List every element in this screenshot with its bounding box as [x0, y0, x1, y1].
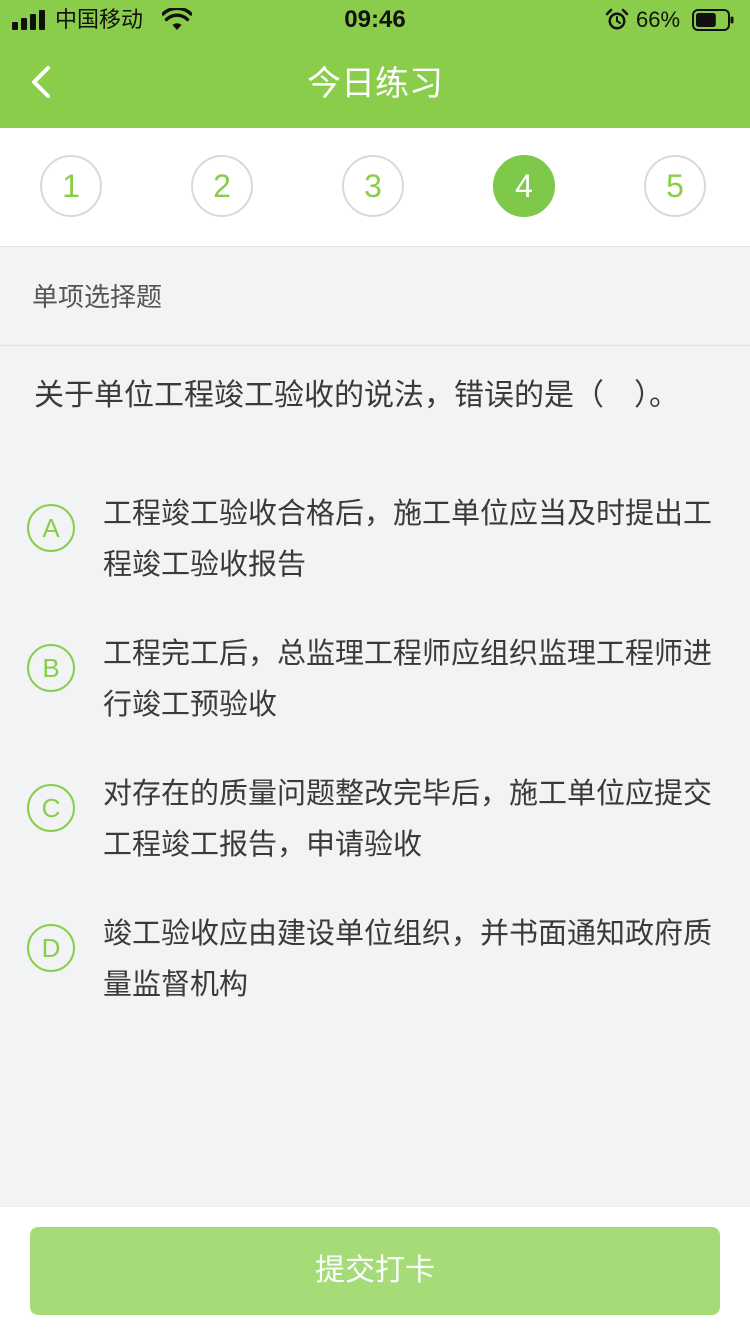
option-a[interactable]: A 工程竣工验收合格后，施工单位应当及时提出工程竣工验收报告 [0, 496, 750, 610]
page-title: 今日练习 [307, 64, 443, 104]
option-d[interactable]: D 竣工验收应由建设单位组织，并书面通知政府质量监督机构 [0, 916, 750, 1030]
alarm-icon [605, 8, 629, 30]
bottom-bar: 提交打卡 [0, 1206, 750, 1334]
option-c-key[interactable]: C [27, 784, 75, 832]
question-number-5[interactable]: 5 [644, 155, 706, 217]
option-b-text[interactable]: 工程完工后，总监理工程师应组织监理工程师进行竣工预验收 [103, 628, 718, 730]
option-b-key[interactable]: B [27, 644, 75, 692]
option-d-text[interactable]: 竣工验收应由建设单位组织，并书面通知政府质量监督机构 [103, 908, 718, 1010]
question-number-4[interactable]: 4 [493, 155, 555, 217]
option-a-text[interactable]: 工程竣工验收合格后，施工单位应当及时提出工程竣工验收报告 [103, 488, 718, 590]
question-type-section: 单项选择题 [0, 247, 750, 346]
question-type-label: 单项选择题 [32, 283, 163, 313]
battery-icon [692, 9, 734, 31]
battery-percent: 66% [636, 7, 681, 32]
option-a-key[interactable]: A [27, 504, 75, 552]
option-d-key[interactable]: D [27, 924, 75, 972]
question-text: 关于单位工程竣工验收的说法，错误的是（ ）。 [34, 378, 679, 413]
option-c[interactable]: C 对存在的质量问题整改完毕后，施工单位应提交工程竣工报告，申请验收 [0, 776, 750, 890]
question-number-1[interactable]: 1 [40, 155, 102, 217]
option-c-text[interactable]: 对存在的质量问题整改完毕后，施工单位应提交工程竣工报告，申请验收 [103, 768, 718, 870]
submit-checkin-button[interactable]: 提交打卡 [30, 1227, 720, 1315]
question-number-2[interactable]: 2 [191, 155, 253, 217]
question-number-3[interactable]: 3 [342, 155, 404, 217]
question-number-strip: 1 2 3 4 5 [0, 128, 750, 247]
header: 中国移动 09:46 66% 今日练习 [0, 0, 750, 128]
status-bar: 中国移动 09:46 66% [0, 0, 750, 40]
option-b[interactable]: B 工程完工后，总监理工程师应组织监理工程师进行竣工预验收 [0, 636, 750, 750]
